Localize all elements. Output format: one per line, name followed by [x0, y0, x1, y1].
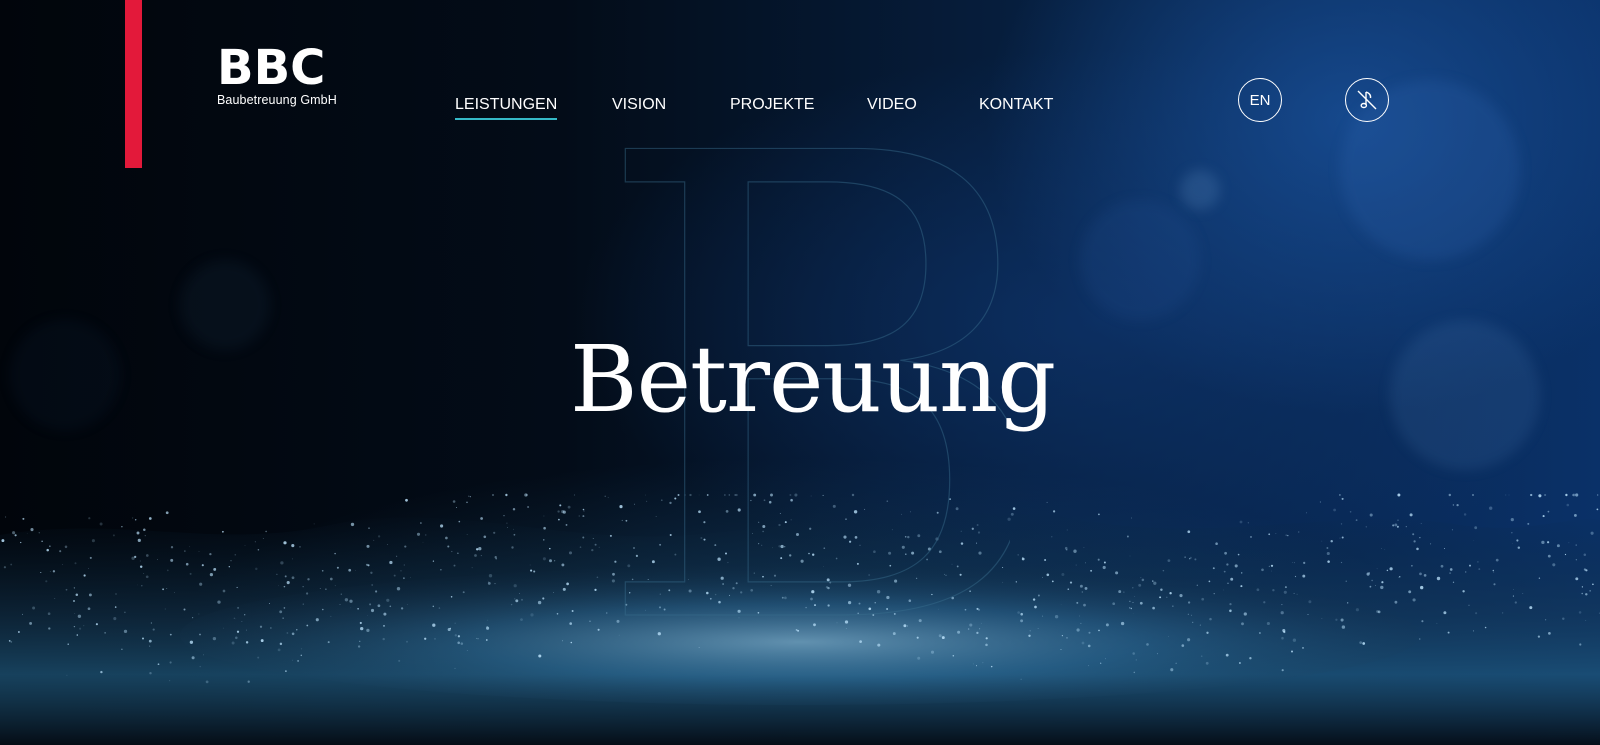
- bokeh-light: [1390, 320, 1540, 470]
- music-note-muted-icon: [1357, 90, 1377, 110]
- particle-dust-decoration: [0, 493, 1600, 745]
- bokeh-light: [1180, 170, 1220, 210]
- bokeh-light: [1080, 200, 1200, 320]
- sound-toggle-button[interactable]: [1345, 78, 1389, 122]
- hero-section: B BBC Baubetreuung GmbH LEISTUNGEN VISIO…: [0, 0, 1600, 745]
- nav-item-video[interactable]: VIDEO: [867, 94, 917, 118]
- nav-item-leistungen[interactable]: LEISTUNGEN: [455, 94, 558, 120]
- language-switch-button[interactable]: EN: [1238, 78, 1282, 122]
- brand-logo[interactable]: BBC Baubetreuung GmbH: [217, 40, 337, 107]
- nav-item-vision[interactable]: VISION: [612, 94, 666, 118]
- bokeh-light: [180, 260, 270, 350]
- nav-item-projekte[interactable]: PROJEKTE: [730, 94, 814, 118]
- nav-item-kontakt[interactable]: KONTAKT: [979, 94, 1053, 118]
- hero-title: Betreuung: [570, 326, 1056, 433]
- bokeh-light: [10, 320, 120, 430]
- logo-subtitle: Baubetreuung GmbH: [217, 93, 337, 107]
- language-label: EN: [1249, 91, 1271, 109]
- logo-wordmark: BBC: [217, 40, 326, 96]
- accent-bar: [125, 0, 142, 168]
